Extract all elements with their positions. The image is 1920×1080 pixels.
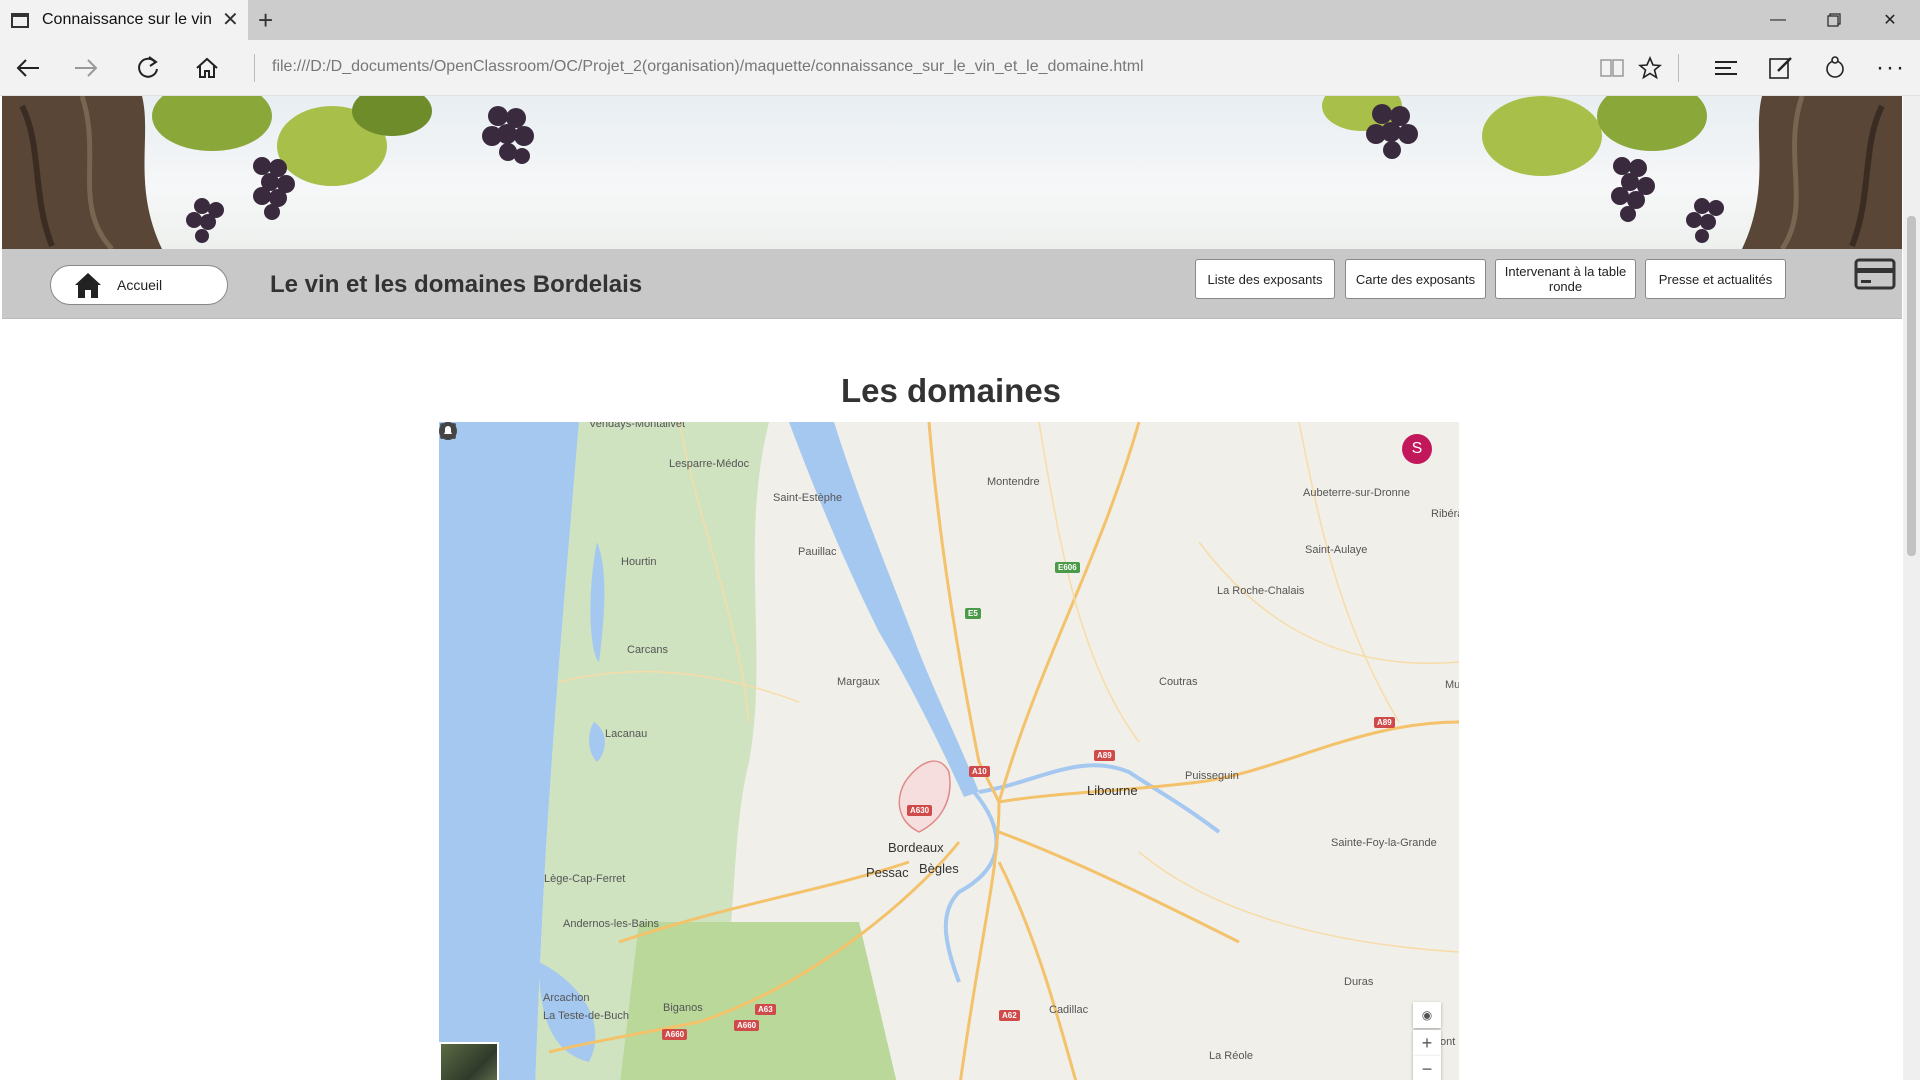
place-label: La Réole xyxy=(1209,1050,1254,1062)
road-shield: A89 xyxy=(1094,750,1115,761)
page-scrollbar[interactable] xyxy=(1903,96,1920,1080)
browser-tab[interactable]: Connaissance sur le vin ✕ xyxy=(0,0,248,40)
tab-title: Connaissance sur le vin xyxy=(42,11,212,28)
forward-icon[interactable] xyxy=(64,46,108,90)
favorite-star-icon[interactable] xyxy=(1628,46,1672,90)
hub-icon[interactable] xyxy=(1704,46,1748,90)
scrollbar-thumb[interactable] xyxy=(1907,216,1916,556)
address-bar: file:///D:/D_documents/OpenClassroom/OC/… xyxy=(0,40,1920,96)
account-avatar[interactable]: S xyxy=(1402,434,1432,464)
refresh-icon[interactable] xyxy=(126,46,170,90)
place-label: Hourtin xyxy=(621,556,657,568)
place-label: Aubeterre-sur-Dronne xyxy=(1303,487,1410,499)
place-label: Ribéra xyxy=(1431,508,1459,520)
place-label: Vendays-Montalivet xyxy=(589,422,685,430)
road-shield: A63 xyxy=(755,1004,776,1015)
notifications-icon[interactable] xyxy=(439,422,457,440)
menu-label: Liste des exposants xyxy=(1207,271,1323,287)
home-button[interactable]: Accueil xyxy=(50,265,228,305)
vineyard-banner xyxy=(2,96,1902,249)
place-label: Andernos-les-Bains xyxy=(563,918,659,930)
minimize-icon[interactable]: — xyxy=(1750,0,1806,40)
place-label: Saint-Estèphe xyxy=(773,492,843,504)
new-tab-icon[interactable]: + xyxy=(258,6,273,34)
house-icon xyxy=(75,273,101,298)
credit-card-icon[interactable] xyxy=(1854,257,1896,291)
place-label: Pessac xyxy=(866,865,909,880)
map-canvas[interactable] xyxy=(439,422,1459,1080)
place-label: Montendre xyxy=(987,476,1040,488)
close-tab-icon[interactable]: ✕ xyxy=(222,10,239,30)
place-label: Bègles xyxy=(919,861,959,876)
menu-exhibitor-list[interactable]: Liste des exposants xyxy=(1195,259,1335,299)
place-label: Margaux xyxy=(837,676,880,688)
section-title: Les domaines xyxy=(840,372,1062,409)
menu-round-table-speaker[interactable]: Intervenant à la table ronde xyxy=(1495,259,1636,299)
road-shield: A10 xyxy=(969,766,990,777)
place-label: Coutras xyxy=(1159,676,1198,688)
share-icon[interactable] xyxy=(1813,46,1857,90)
place-label: ont xyxy=(1440,1036,1456,1048)
place-label: La Roche-Chalais xyxy=(1217,585,1305,597)
close-window-icon[interactable]: ✕ xyxy=(1862,0,1918,40)
place-label: Sainte-Foy-la-Grande xyxy=(1331,837,1437,849)
url-separator xyxy=(254,54,255,82)
road-shield: E606 xyxy=(1055,562,1080,573)
menu-label: Intervenant à la table ronde xyxy=(1504,264,1627,294)
banner-art xyxy=(2,96,1902,249)
place-label: Lège-Cap-Ferret xyxy=(544,873,626,885)
place-label: Arcachon xyxy=(543,992,590,1004)
zoom-out-button[interactable]: − xyxy=(1413,1056,1441,1080)
home-label: Accueil xyxy=(117,277,163,293)
zoom-in-button[interactable]: + xyxy=(1413,1030,1441,1056)
site-navbar: Accueil Le vin et les domaines Bordelais… xyxy=(2,249,1902,319)
place-label: Pauillac xyxy=(798,546,837,558)
place-label: Saint-Aulaye xyxy=(1305,544,1368,556)
satellite-view-toggle[interactable] xyxy=(439,1042,499,1080)
road-shield: A660 xyxy=(662,1029,688,1040)
road-shield: A630 xyxy=(907,805,933,816)
road-shield: A89 xyxy=(1374,717,1395,728)
back-icon[interactable] xyxy=(6,46,50,90)
place-label: Carcans xyxy=(627,644,668,656)
browser-tab-bar: Connaissance sur le vin ✕ + — ✕ xyxy=(0,0,1920,40)
road-shield: A660 xyxy=(734,1020,760,1031)
my-location-icon[interactable]: ◉ xyxy=(1413,1002,1441,1028)
domains-map[interactable]: Vendays-Montalivet Lesparre-Médoc Saint-… xyxy=(439,422,1459,1080)
place-label: Libourne xyxy=(1087,783,1138,798)
page-icon xyxy=(11,12,29,28)
road-shield: A62 xyxy=(999,1010,1020,1021)
more-options-icon[interactable]: ··· xyxy=(1869,46,1913,90)
place-label: Cadillac xyxy=(1049,1004,1089,1016)
place-label: Biganos xyxy=(663,1002,703,1014)
place-label: Lacanau xyxy=(605,728,648,740)
restore-icon[interactable] xyxy=(1806,0,1862,40)
menu-exhibitor-map[interactable]: Carte des exposants xyxy=(1345,259,1486,299)
toolbar-separator xyxy=(1678,54,1679,82)
place-label: Mu xyxy=(1445,679,1459,691)
web-note-icon[interactable] xyxy=(1759,46,1803,90)
page-viewport: Accueil Le vin et les domaines Bordelais… xyxy=(0,96,1920,1080)
place-label: Lesparre-Médoc xyxy=(669,458,750,470)
place-label: Bordeaux xyxy=(888,840,944,855)
place-label: La Teste-de-Buch xyxy=(543,1010,630,1022)
menu-label: Carte des exposants xyxy=(1355,271,1476,287)
home-browser-icon[interactable] xyxy=(185,46,229,90)
menu-press-news[interactable]: Presse et actualités xyxy=(1645,259,1786,299)
url-field[interactable]: file:///D:/D_documents/OpenClassroom/OC/… xyxy=(272,58,1144,76)
road-shield: E5 xyxy=(965,608,981,619)
place-label: Duras xyxy=(1344,976,1374,988)
menu-label: Presse et actualités xyxy=(1658,271,1773,287)
place-label: Puisseguin xyxy=(1185,770,1239,782)
site-title: Le vin et les domaines Bordelais xyxy=(270,271,643,298)
